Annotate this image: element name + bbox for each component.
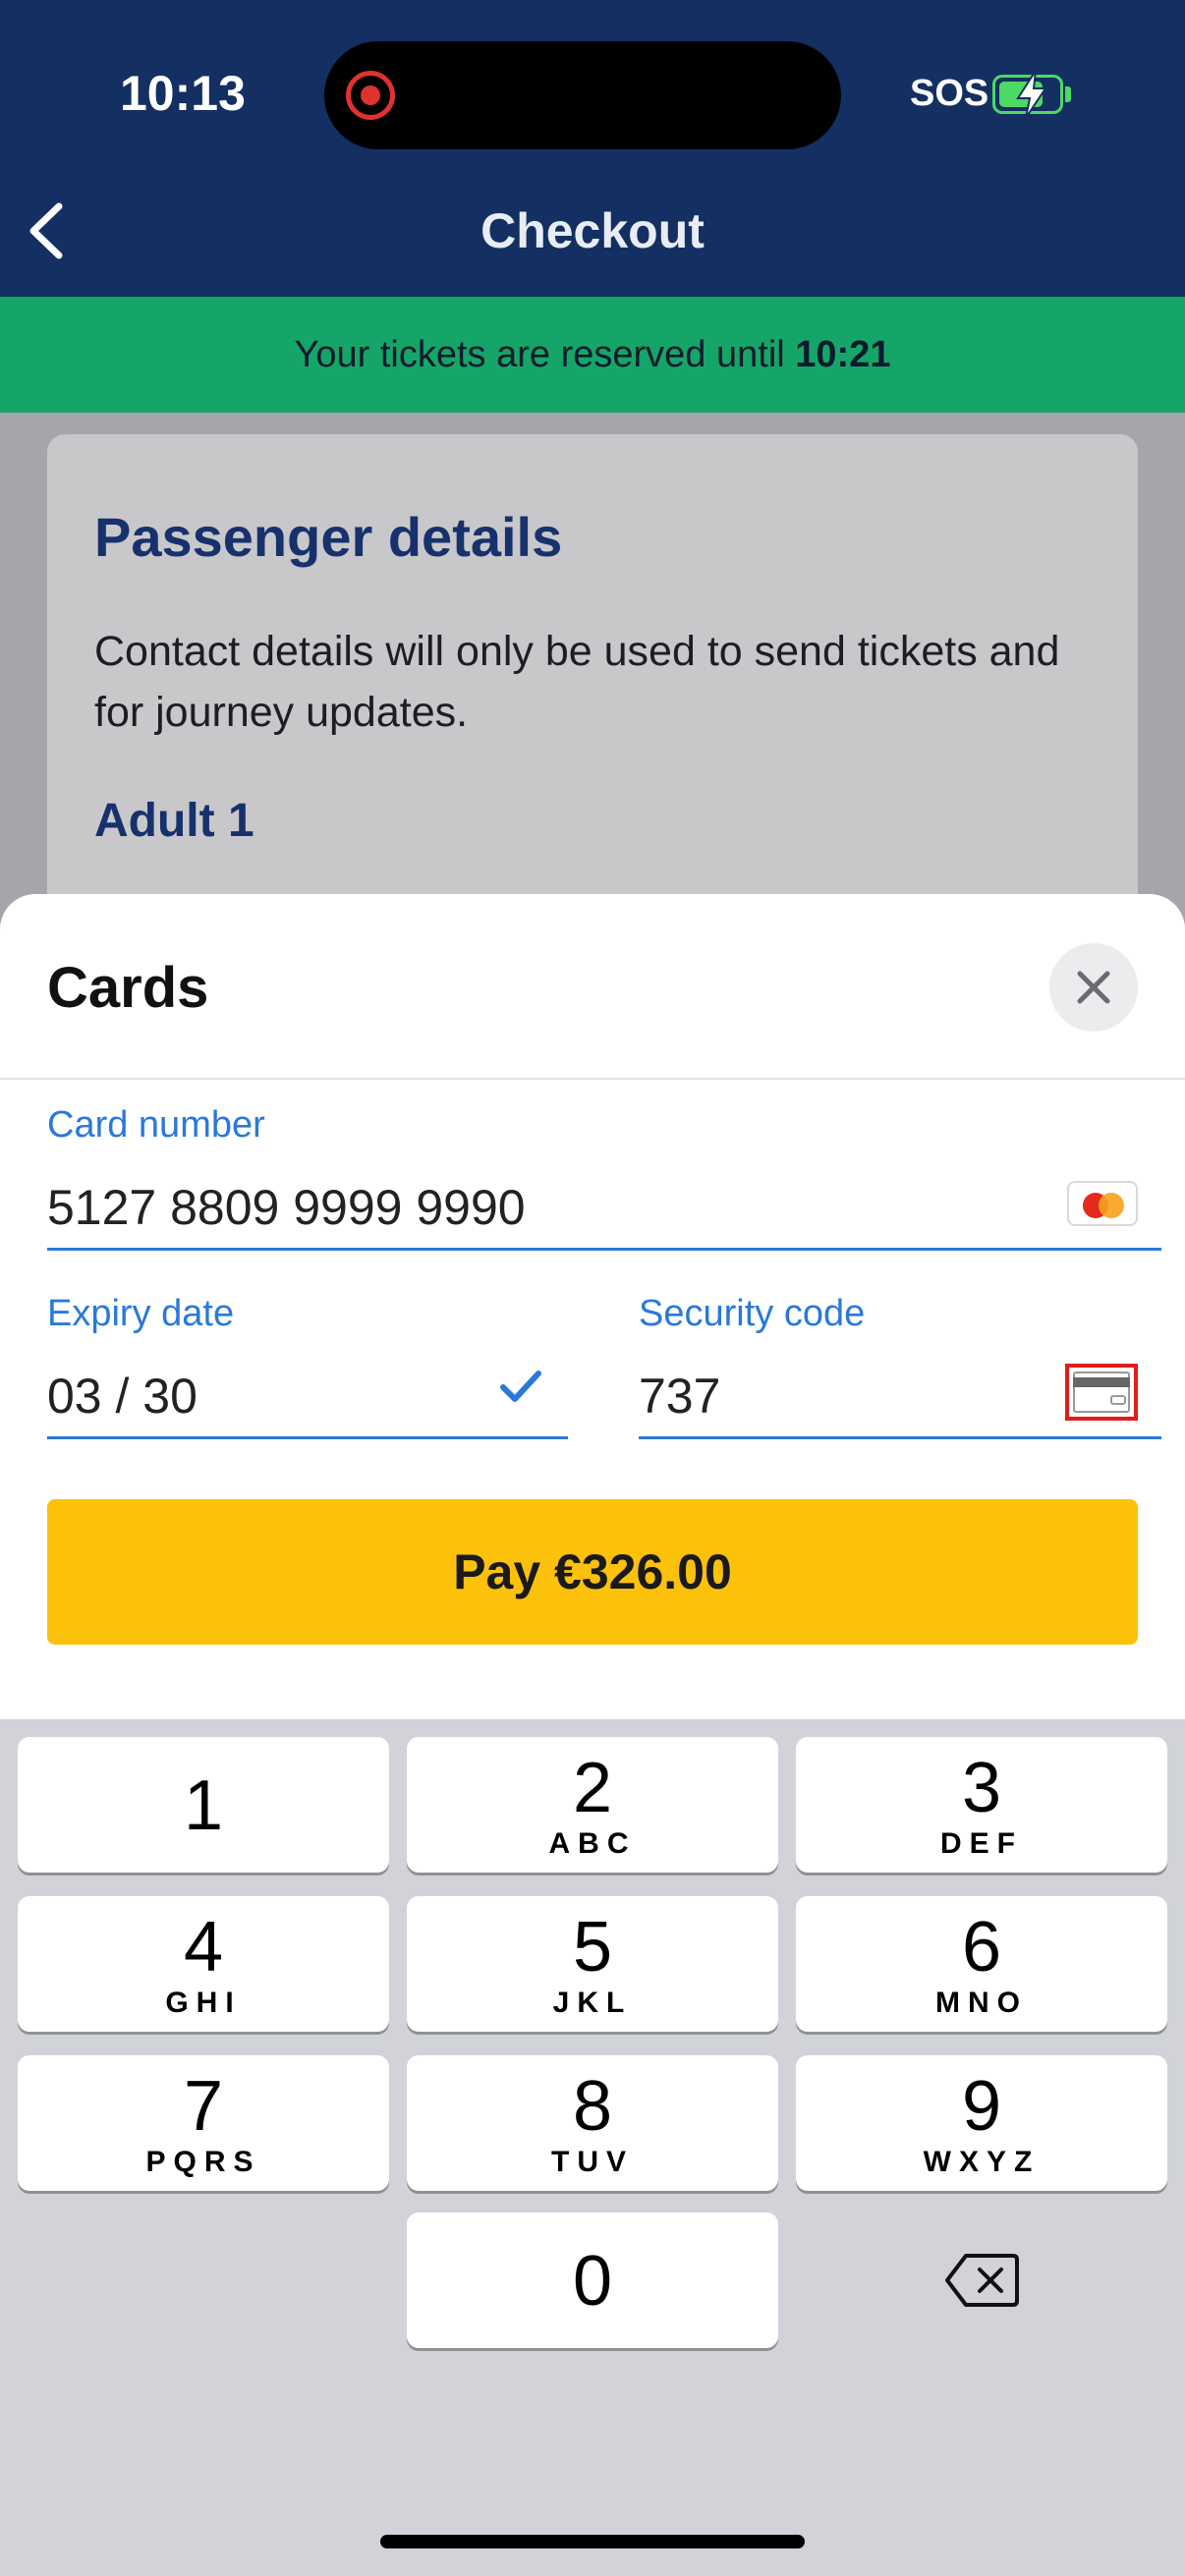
adult-label: Adult 1 (94, 795, 254, 847)
key-0[interactable]: 0 (407, 2212, 778, 2348)
close-button[interactable] (1049, 943, 1138, 1032)
key-7[interactable]: 7 PQRS (18, 2055, 389, 2191)
status-time: 10:13 (120, 66, 246, 121)
charging-bolt-icon (1016, 70, 1047, 119)
sheet-title: Cards (47, 956, 209, 1020)
card-cvc-icon (1065, 1364, 1138, 1421)
page-title: Checkout (480, 203, 705, 258)
backspace-icon (945, 2254, 1019, 2307)
expiry-label: Expiry date (47, 1293, 235, 1334)
reservation-time: 10:21 (795, 333, 891, 375)
home-indicator (380, 2535, 805, 2548)
key-9[interactable]: 9 WXYZ (796, 2055, 1167, 2191)
sos-indicator: SOS (910, 73, 989, 114)
card-number-underline (47, 1248, 1161, 1251)
mastercard-icon (1067, 1181, 1138, 1226)
key-5[interactable]: 5 JKL (407, 1896, 778, 2032)
passenger-details-title: Passenger details (94, 506, 563, 568)
security-code-label: Security code (639, 1293, 866, 1334)
security-code-input[interactable]: 737 (639, 1368, 720, 1425)
cards-sheet: Cards Card number 5127 8809 9999 9990 Ex… (0, 894, 1185, 1719)
key-1[interactable]: 1 (18, 1737, 389, 1873)
key-6[interactable]: 6 MNO (796, 1896, 1167, 2032)
security-code-underline (639, 1436, 1161, 1439)
key-8[interactable]: 8 TUV (407, 2055, 778, 2191)
expiry-input[interactable]: 03 / 30 (47, 1368, 198, 1425)
pay-button[interactable]: Pay €326.00 (47, 1499, 1138, 1645)
divider (0, 1078, 1185, 1080)
recording-indicator-icon (346, 71, 395, 120)
card-number-label: Card number (47, 1104, 265, 1146)
key-2[interactable]: 2 ABC (407, 1737, 778, 1873)
backspace-key[interactable] (796, 2212, 1167, 2348)
passenger-details-description: Contact details will only be used to sen… (94, 628, 1060, 736)
close-icon (1077, 971, 1110, 1004)
checkmark-icon (500, 1371, 541, 1402)
card-number-input[interactable]: 5127 8809 9999 9990 (47, 1179, 526, 1236)
app-header: 10:13 SOS Checkout (0, 0, 1185, 297)
dynamic-island (324, 41, 841, 149)
expiry-underline (47, 1436, 568, 1439)
reservation-text: Your tickets are reserved until (294, 333, 796, 375)
key-4[interactable]: 4 GHI (18, 1896, 389, 2032)
reservation-banner: Your tickets are reserved until 10:21 (0, 297, 1185, 413)
key-3[interactable]: 3 DEF (796, 1737, 1167, 1873)
